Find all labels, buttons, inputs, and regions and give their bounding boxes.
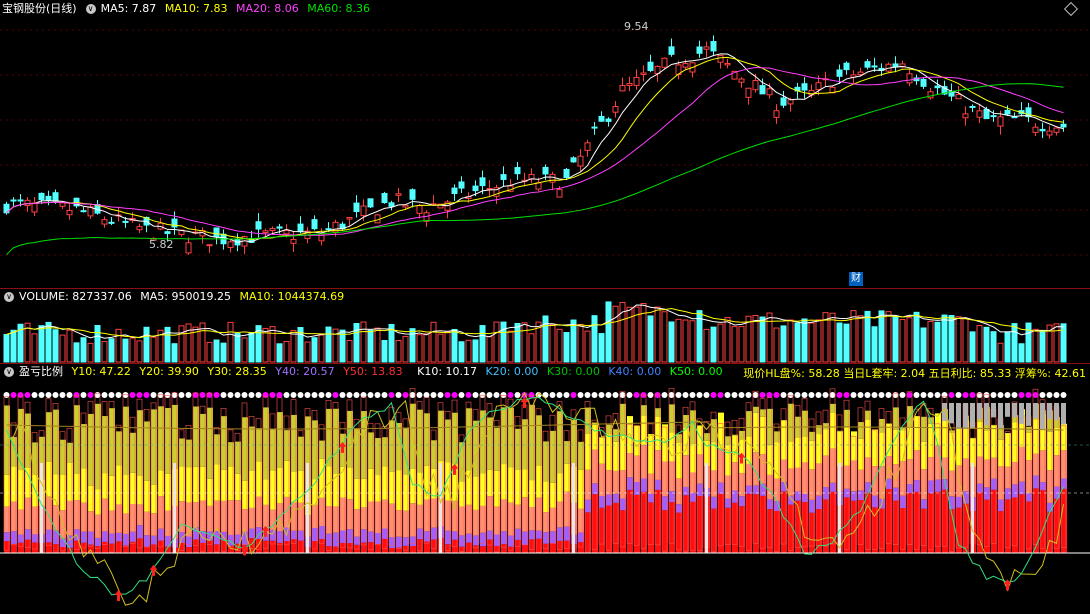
volume-ma10-label: MA10: 1044374.69 <box>239 290 345 303</box>
y40-label: Y40: 20.57 <box>275 365 335 378</box>
k20-label: K20: 0.00 <box>485 365 539 378</box>
collapse-icon[interactable]: ∨ <box>4 367 14 377</box>
ma5-label: MA5: 7.87 <box>100 2 157 15</box>
collapse-icon[interactable]: ∨ <box>85 4 96 14</box>
y10-label: Y10: 47.22 <box>71 365 131 378</box>
ma20-label: MA20: 8.06 <box>236 2 299 15</box>
y30-label: Y30: 28.35 <box>207 365 267 378</box>
ma10-label: MA10: 7.83 <box>164 2 228 15</box>
hl-ratio-label: 现价HL盘%: 58.28 <box>743 367 840 380</box>
stock-name: 宝钢股份(日线) <box>2 2 77 15</box>
price-header: 宝钢股份(日线) ∨ MA5: 7.87 MA10: 7.83 MA20: 8.06… <box>0 2 375 16</box>
k30-label: K30: 0.00 <box>546 365 600 378</box>
volume-ma5-label: MA5: 950019.25 <box>140 290 231 303</box>
finance-marker[interactable]: 财 <box>849 272 863 286</box>
five-day-profit-label: 五日利比: 85.33 <box>928 367 1012 380</box>
profit-stats: 现价HL盘%: 58.28 当日L套牢: 2.04 五日利比: 85.33 浮筹… <box>743 365 1086 381</box>
high-price-marker: 9.54 <box>624 20 649 33</box>
profit-title: 盈亏比例 <box>19 365 63 378</box>
volume-header: ∨ VOLUME: 827337.06 MA5: 950019.25 MA10: … <box>0 290 349 304</box>
y50-label: Y50: 13.83 <box>343 365 403 378</box>
today-trapped-label: 当日L套牢: 2.04 <box>843 367 926 380</box>
volume-label: VOLUME: 827337.06 <box>19 290 132 303</box>
floating-label: 浮筹%: 42.61 <box>1014 367 1086 380</box>
profit-header: ∨ 盈亏比例 Y10: 47.22 Y20: 39.90 Y30: 28.35 Y… <box>0 365 728 379</box>
collapse-icon[interactable]: ∨ <box>4 292 14 302</box>
profit-ratio-panel[interactable]: ∨ 盈亏比例 Y10: 47.22 Y20: 39.90 Y30: 28.35 Y… <box>0 363 1090 614</box>
k10-label: K10: 10.17 <box>417 365 478 378</box>
y20-label: Y20: 39.90 <box>139 365 199 378</box>
price-panel[interactable]: 宝钢股份(日线) ∨ MA5: 7.87 MA10: 7.83 MA20: 8.06… <box>0 0 1090 288</box>
volume-panel[interactable]: ∨ VOLUME: 827337.06 MA5: 950019.25 MA10: … <box>0 288 1090 363</box>
k50-label: K50: 0.00 <box>669 365 723 378</box>
profit-ratio-chart[interactable] <box>0 363 1090 614</box>
k40-label: K40: 0.00 <box>608 365 662 378</box>
low-price-marker: 5.82 <box>149 238 174 251</box>
ma60-label: MA60: 8.36 <box>307 2 370 15</box>
